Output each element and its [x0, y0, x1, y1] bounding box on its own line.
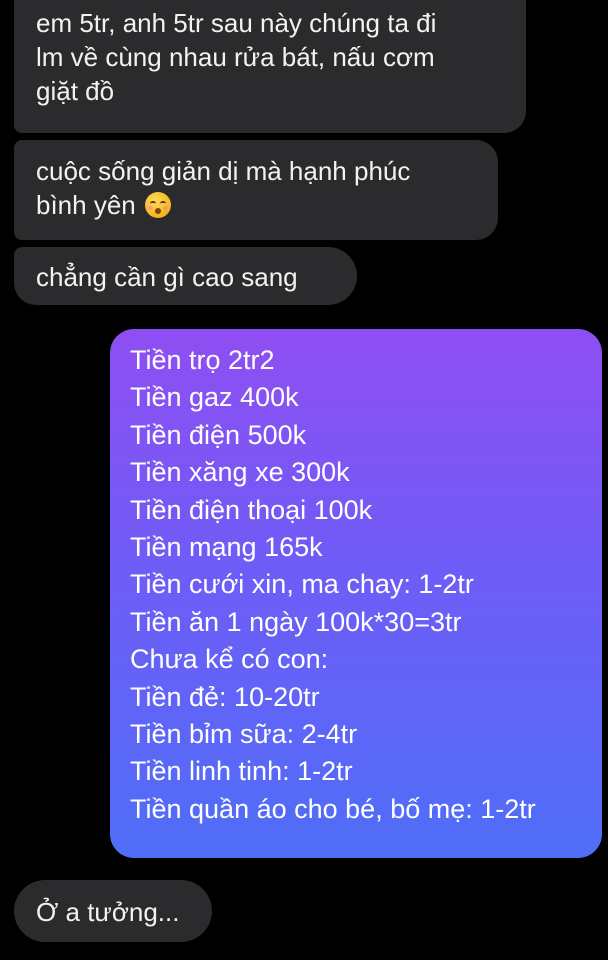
message-text-line: bình yên — [36, 188, 476, 222]
message-text-line: lm về cùng nhau rửa bát, nấu cơm — [36, 42, 435, 72]
message-text-line: Ở a tưởng... — [36, 897, 180, 927]
message-text-line: cuộc sống giản dị mà hạnh phúc — [36, 156, 411, 186]
expense-line: Tiền mạng 165k — [130, 532, 323, 563]
message-text-line: giặt đồ — [36, 76, 115, 106]
expense-line: Tiền ăn 1 ngày 100k*30=3tr — [130, 606, 462, 637]
expense-line: Tiền cưới xin, ma chay: 1-2tr — [130, 569, 474, 600]
expense-line: Tiền linh tinh: 1-2tr — [130, 756, 353, 787]
expense-line: Tiền xăng xe 300k — [130, 457, 350, 488]
outgoing-message-bubble[interactable]: Tiền trọ 2tr2 Tiền gaz 400k Tiền điện 50… — [110, 329, 602, 858]
kissing-face-with-closed-eyes-icon — [144, 192, 171, 218]
expense-line: Tiền đẻ: 10-20tr — [130, 681, 320, 712]
expense-line: Tiền gaz 400k — [130, 382, 299, 413]
chat-thread: em 5tr, anh 5tr sau này chúng ta đi lm v… — [0, 0, 608, 960]
incoming-message-bubble[interactable]: chẳng cần gì cao sang — [14, 247, 357, 305]
incoming-message-bubble[interactable]: cuộc sống giản dị mà hạnh phúc bình yên — [14, 140, 498, 240]
expense-line: Tiền quần áo cho bé, bố mẹ: 1-2tr — [130, 793, 536, 824]
expense-line: Tiền điện thoại 100k — [130, 494, 373, 525]
message-text: bình yên — [36, 190, 136, 220]
message-text-line: em 5tr, anh 5tr sau này chúng ta đi — [36, 8, 437, 38]
expense-line: Chưa kể có con: — [130, 644, 329, 675]
expense-line: Tiền bỉm sữa: 2-4tr — [130, 719, 358, 750]
incoming-message-bubble[interactable]: Ở a tưởng... — [14, 880, 212, 942]
incoming-message-bubble[interactable]: em 5tr, anh 5tr sau này chúng ta đi lm v… — [14, 0, 526, 133]
expense-line: Tiền trọ 2tr2 — [130, 345, 275, 375]
message-text-line: chẳng cần gì cao sang — [36, 262, 298, 292]
expense-line: Tiền điện 500k — [130, 419, 307, 450]
